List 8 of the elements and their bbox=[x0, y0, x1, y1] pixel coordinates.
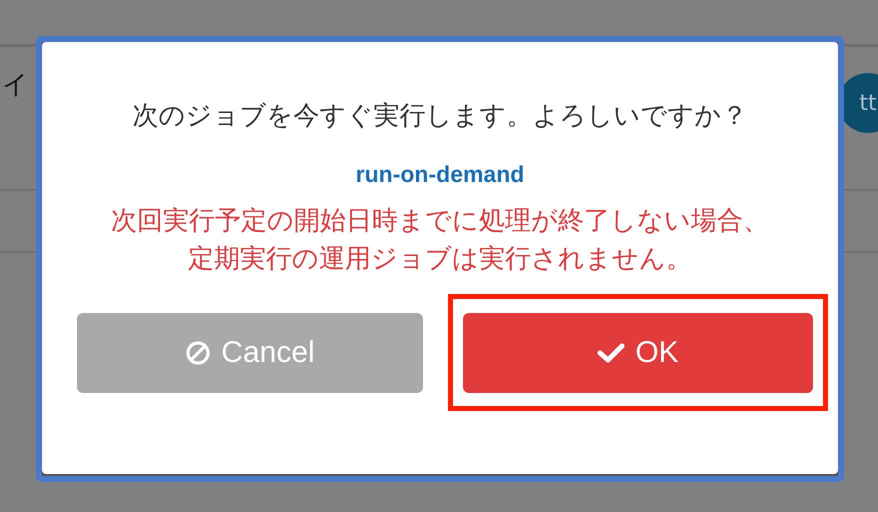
ok-button[interactable]: OK bbox=[463, 313, 813, 393]
prohibited-icon bbox=[185, 340, 212, 366]
dialog-message: 次のジョブを今すぐ実行します。よろしいですか？ bbox=[132, 100, 748, 133]
row-label: イ bbox=[2, 69, 29, 102]
job-name: run-on-demand bbox=[356, 160, 524, 189]
cancel-button[interactable]: Cancel bbox=[77, 313, 423, 393]
warning-text: 次回実行予定の開始日時までに処理が終了しない場合、定期実行の運用ジョブは実行されません。 bbox=[110, 205, 770, 276]
checkmark-icon bbox=[597, 342, 626, 364]
